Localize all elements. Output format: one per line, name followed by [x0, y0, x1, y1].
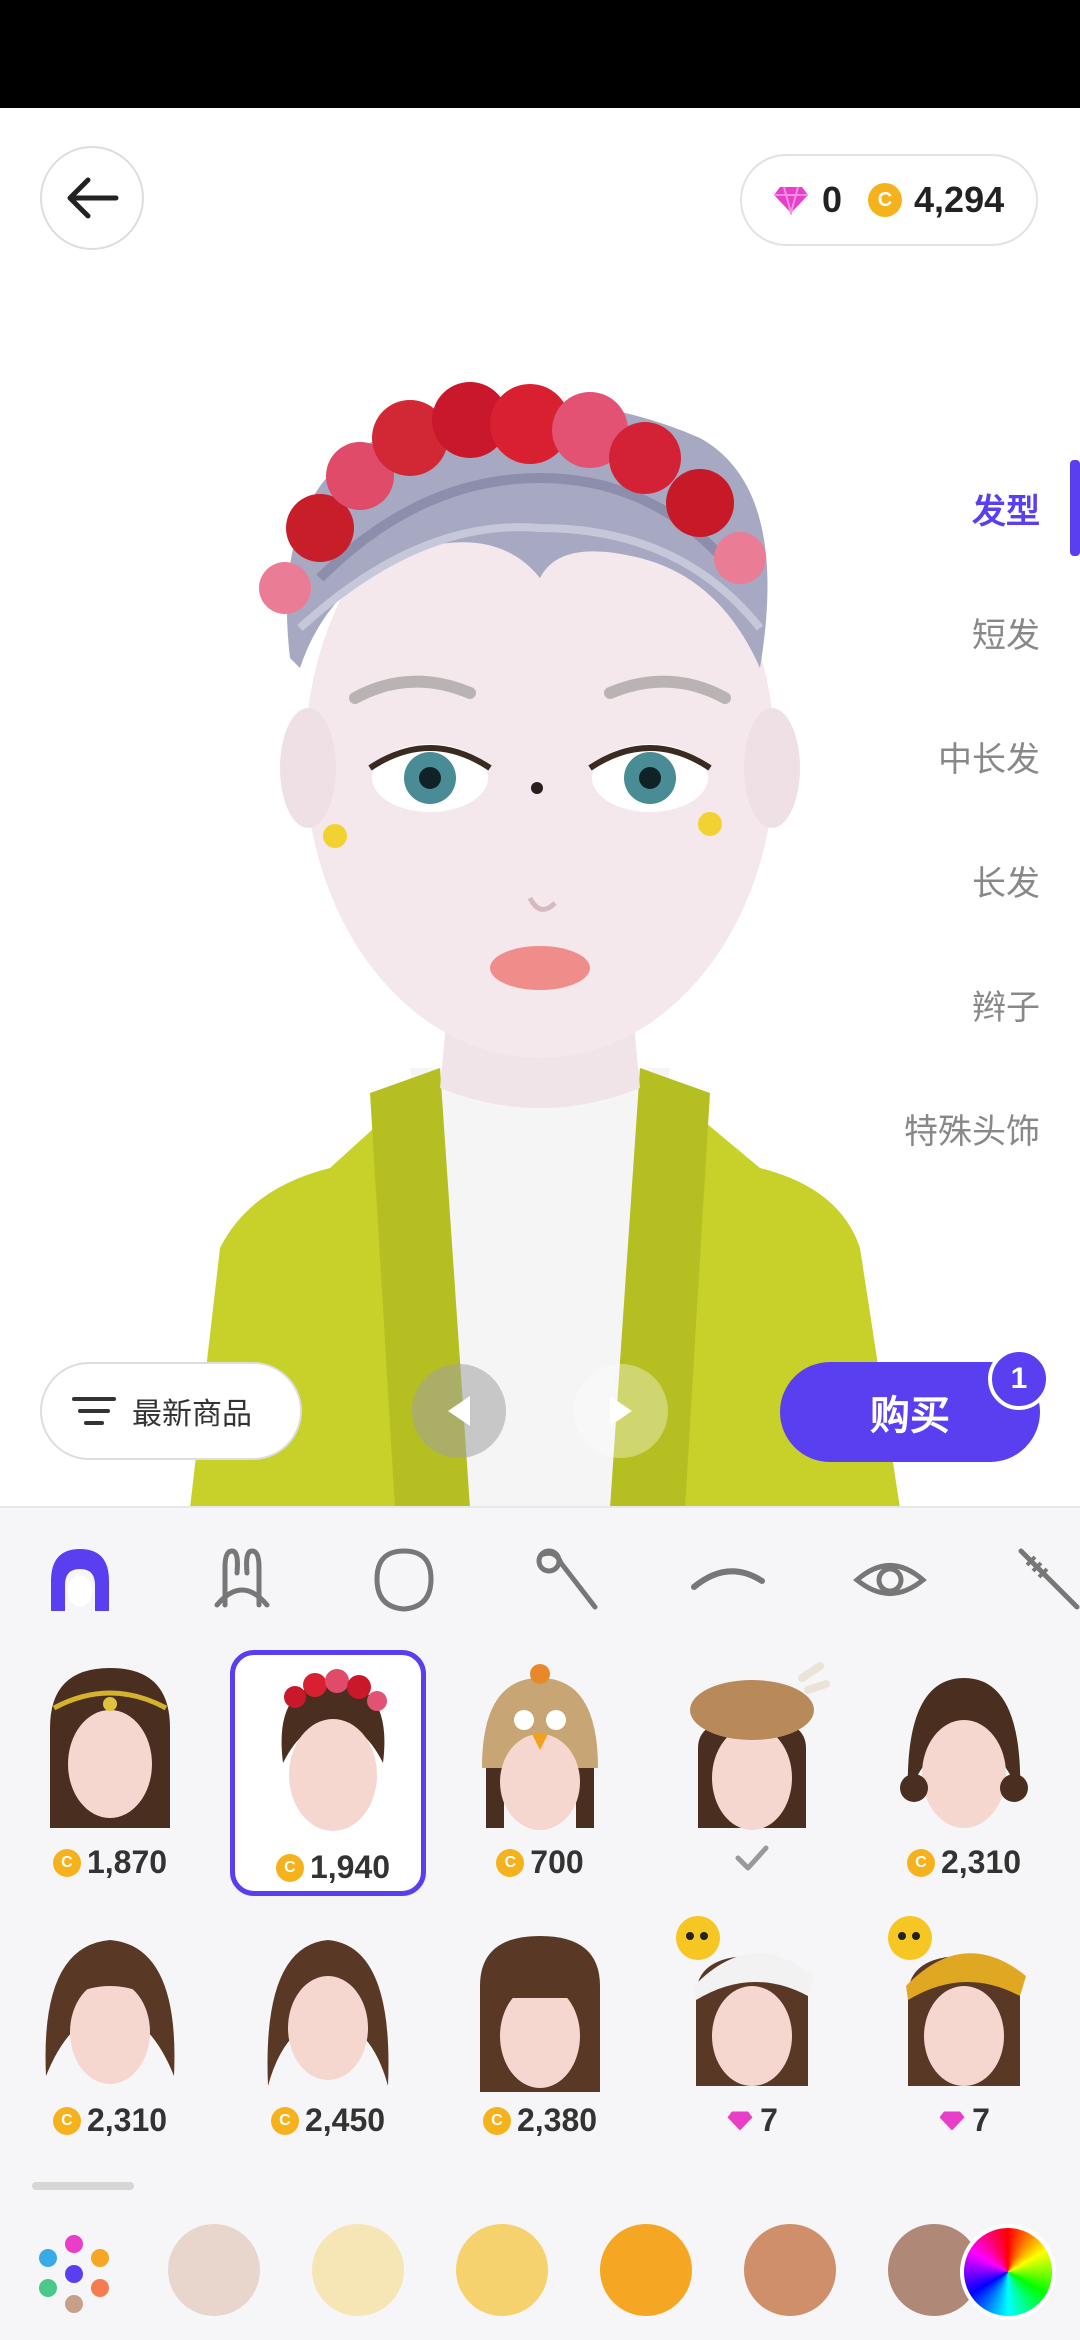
hair-icon — [51, 1549, 109, 1611]
gem-count: 0 — [822, 179, 843, 220]
tab-makeup[interactable] — [526, 1540, 606, 1620]
palette-button[interactable] — [26, 2226, 122, 2322]
price-value: 2,380 — [516, 2102, 598, 2138]
avatar-figure — [190, 382, 900, 1508]
color-swatch[interactable] — [456, 2224, 548, 2316]
price-value: 2,310 — [86, 2102, 168, 2138]
coin-icon: C — [496, 1848, 525, 1877]
color-swatch[interactable] — [168, 2224, 260, 2316]
category-short-hair[interactable]: 短发 — [972, 608, 1040, 657]
item-price: C 2,450 — [230, 2102, 426, 2139]
makeup-brush-icon — [536, 1548, 598, 1610]
tab-lashes[interactable] — [1010, 1540, 1080, 1620]
status-bar — [0, 0, 1080, 108]
hairstyle-item[interactable]: C 2,310 — [12, 1908, 208, 2154]
category-medium-hair[interactable]: 中长发 — [938, 732, 1040, 781]
hairstyle-thumbnail — [480, 1936, 600, 2092]
eye-icon — [853, 1563, 927, 1596]
item-price: C 1,870 — [12, 1844, 208, 1881]
tab-hair[interactable] — [40, 1540, 120, 1620]
coin-icon: C — [482, 2106, 511, 2135]
hairstyle-thumbnail — [45, 1940, 175, 2084]
buy-label: 购买 — [870, 1394, 950, 1438]
category-long-hair[interactable]: 长发 — [972, 856, 1040, 905]
hairstyle-item-selected[interactable]: C 1,940 — [230, 1650, 426, 1896]
category-braids[interactable]: 辫子 — [972, 980, 1040, 1029]
color-swatch[interactable] — [744, 2224, 836, 2316]
hairstyle-item[interactable]: C 1,870 — [12, 1650, 208, 1896]
price-value: 1,940 — [309, 1849, 391, 1885]
face-shape-icon — [374, 1548, 434, 1612]
filter-icon — [72, 1397, 116, 1425]
palette-icon — [39, 2235, 109, 2313]
item-price: 7 — [866, 2102, 1062, 2139]
hairstyle-thumbnail — [690, 1662, 830, 1830]
triangle-left-icon — [448, 1396, 470, 1426]
price-value: 1,870 — [86, 1844, 168, 1880]
coin-count: 4,294 — [914, 179, 1005, 220]
category-active-indicator — [1070, 460, 1080, 556]
hairstyle-item[interactable]: C 700 — [442, 1650, 638, 1896]
coin-icon: C — [275, 1853, 304, 1882]
next-button[interactable] — [574, 1364, 668, 1458]
hairstyle-item[interactable]: 7 — [654, 1908, 850, 2154]
hairstyle-item-owned[interactable] — [654, 1650, 850, 1896]
price-value: 2,450 — [304, 2102, 386, 2138]
currency-balance[interactable]: 0 C 4,294 — [740, 154, 1038, 246]
gem-icon — [939, 2110, 965, 2131]
arrow-left-icon — [67, 177, 119, 219]
hairstyle-thumbnail — [888, 1916, 1026, 2086]
hairstyle-item[interactable]: C 2,310 — [866, 1650, 1062, 1896]
checkmark-icon — [735, 1845, 769, 1871]
category-special-headwear[interactable]: 特殊头饰 — [904, 1104, 1040, 1153]
previous-button[interactable] — [412, 1364, 506, 1458]
filter-button[interactable]: 最新商品 — [40, 1362, 302, 1460]
coin-icon: C — [270, 2106, 299, 2135]
mascara-icon — [1018, 1548, 1080, 1610]
hairstyle-item[interactable]: C 2,450 — [230, 1908, 426, 2154]
item-price: C 700 — [442, 1844, 638, 1881]
gem-icon — [774, 186, 808, 215]
color-wheel-button[interactable] — [960, 2224, 1056, 2320]
category-hairstyle[interactable]: 发型 — [972, 484, 1040, 533]
price-value: 2,310 — [940, 1844, 1022, 1880]
bunny-ears-icon — [214, 1548, 270, 1608]
item-price: C 2,380 — [442, 2102, 638, 2139]
price-value: 7 — [972, 2102, 990, 2138]
eyebrow-icon — [691, 1568, 765, 1590]
coin-icon: C — [52, 1848, 81, 1877]
item-owned-status — [654, 1844, 850, 1872]
hairstyle-item[interactable]: C 2,380 — [442, 1908, 638, 2154]
cart-count-badge: 1 — [988, 1348, 1050, 1410]
color-swatch[interactable] — [600, 2224, 692, 2316]
item-price: 7 — [654, 2102, 850, 2139]
color-swatch[interactable] — [312, 2224, 404, 2316]
tab-headwear[interactable] — [202, 1540, 282, 1620]
item-price: C 2,310 — [12, 2102, 208, 2139]
item-price: C 1,940 — [235, 1849, 431, 1886]
filter-label: 最新商品 — [132, 1398, 252, 1431]
hairstyle-thumbnail — [900, 1678, 1028, 1828]
hairstyle-thumbnail — [50, 1668, 170, 1828]
hairstyle-thumbnail — [281, 1669, 387, 1831]
horizontal-scrollbar[interactable] — [32, 2182, 134, 2190]
triangle-right-icon — [610, 1396, 632, 1426]
hairstyle-item[interactable]: 7 — [866, 1908, 1062, 2154]
gem-icon — [727, 2110, 753, 2131]
price-value: 7 — [760, 2102, 778, 2138]
back-button[interactable] — [40, 146, 144, 250]
category-tab-row — [0, 1520, 1080, 1626]
hairstyle-thumbnail — [267, 1940, 389, 2086]
item-price: C 2,310 — [866, 1844, 1062, 1881]
hairstyle-thumbnail — [676, 1916, 814, 2086]
hairstyle-thumbnail — [482, 1664, 598, 1830]
tab-eyebrow[interactable] — [688, 1540, 768, 1620]
avatar-preview[interactable] — [0, 108, 1080, 1508]
price-value: 700 — [530, 1844, 584, 1880]
coin-icon: C — [868, 183, 903, 217]
coin-icon: C — [52, 2106, 81, 2135]
coin-icon: C — [906, 1848, 935, 1877]
tab-eyes[interactable] — [850, 1540, 930, 1620]
tab-face-shape[interactable] — [364, 1540, 444, 1620]
